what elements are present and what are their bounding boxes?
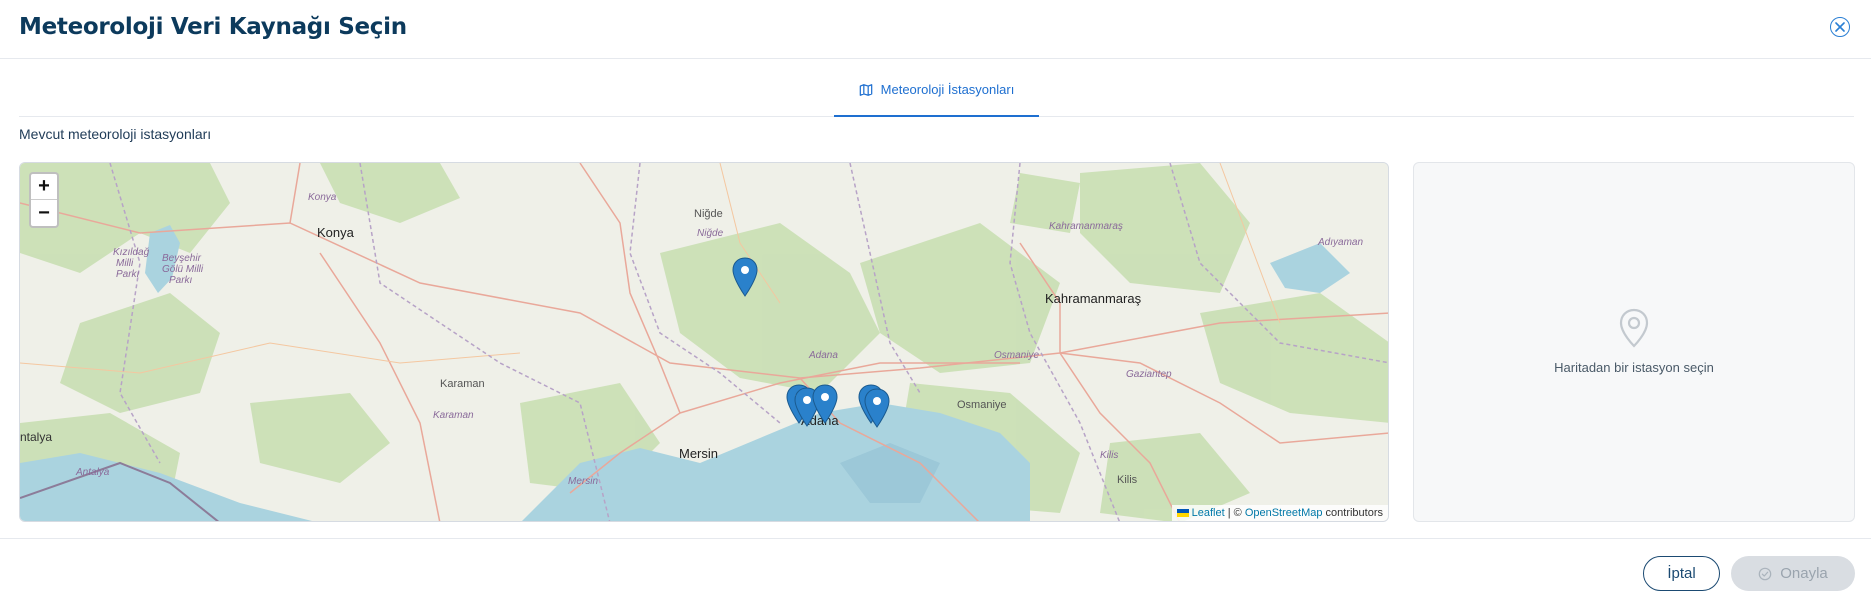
map-label: Milli <box>116 258 134 269</box>
modal-footer: İptal Onayla <box>0 538 1871 600</box>
map-label: Parkı <box>169 275 193 286</box>
close-icon <box>1835 22 1845 32</box>
map-label: Niğde <box>697 228 724 239</box>
attribution-separator: | © <box>1224 507 1245 519</box>
tab-label: Meteoroloji İstasyonları <box>880 82 1015 97</box>
leaflet-link[interactable]: Leaflet <box>1192 507 1225 519</box>
map-label: Mersin <box>568 476 599 487</box>
station-map[interactable]: Konya Konya Kızıldağ Milli Parkı Beyşehi… <box>19 162 1389 522</box>
zoom-control: + − <box>29 172 59 228</box>
map-label: Karaman <box>433 410 474 421</box>
station-detail-panel: Haritadan bir istasyon seçin <box>1413 162 1855 522</box>
empty-state-message: Haritadan bir istasyon seçin <box>1554 360 1714 375</box>
tab-bar: Meteoroloji İstasyonları <box>19 60 1854 117</box>
check-circle-icon <box>1758 567 1772 580</box>
station-marker[interactable] <box>812 384 838 424</box>
station-marker[interactable] <box>732 257 758 297</box>
map-label: Osmaniye <box>994 350 1040 361</box>
section-subtitle: Mevcut meteoroloji istasyonları <box>19 126 212 142</box>
map-label: Antalya <box>76 467 110 478</box>
map-label: ntalya <box>20 430 53 444</box>
confirm-button[interactable]: Onayla <box>1731 556 1855 591</box>
map-label: Beyşehir <box>162 253 201 264</box>
map-label: Adıyaman <box>1318 237 1364 248</box>
openstreetmap-link[interactable]: OpenStreetMap <box>1245 507 1323 519</box>
map-attribution: Leaflet | © OpenStreetMap contributors <box>1171 505 1388 521</box>
attribution-contributors: contributors <box>1322 507 1383 519</box>
station-marker[interactable] <box>864 388 890 428</box>
map-icon <box>859 84 872 96</box>
location-pin-icon <box>1619 308 1649 348</box>
ukraine-flag-icon <box>1176 509 1189 518</box>
confirm-label: Onayla <box>1780 565 1828 582</box>
cancel-button[interactable]: İptal <box>1643 556 1720 591</box>
modal-header: Meteoroloji Veri Kaynağı Seçin <box>0 0 1871 59</box>
map-label: Kilis <box>1100 450 1119 461</box>
tab-meteorology-stations[interactable]: Meteoroloji İstasyonları <box>834 77 1039 117</box>
map-label: Osmaniye <box>957 399 1007 411</box>
close-button[interactable] <box>1830 17 1850 37</box>
zoom-in-button[interactable]: + <box>31 174 57 200</box>
map-label: Karaman <box>440 378 485 390</box>
map-label: Kahramanmaraş <box>1045 291 1142 306</box>
map-label: Kilis <box>1117 474 1138 486</box>
map-label: Konya <box>308 192 337 203</box>
map-label: Gölü Milli <box>162 264 204 275</box>
modal-title: Meteoroloji Veri Kaynağı Seçin <box>19 14 407 40</box>
map-label: Kızıldağ <box>113 247 150 258</box>
map-label: Konya <box>317 225 354 240</box>
map-label: Kahramanmaraş <box>1049 221 1123 232</box>
map-label: Niğde <box>694 208 723 220</box>
data-source-modal: Meteoroloji Veri Kaynağı Seçin Meteorolo… <box>0 0 1871 600</box>
map-label: Mersin <box>679 446 719 461</box>
map-label: Gaziantep <box>1126 369 1172 380</box>
zoom-out-button[interactable]: − <box>31 200 57 226</box>
map-label: Adana <box>809 350 838 361</box>
map-label: Parkı <box>116 269 140 280</box>
